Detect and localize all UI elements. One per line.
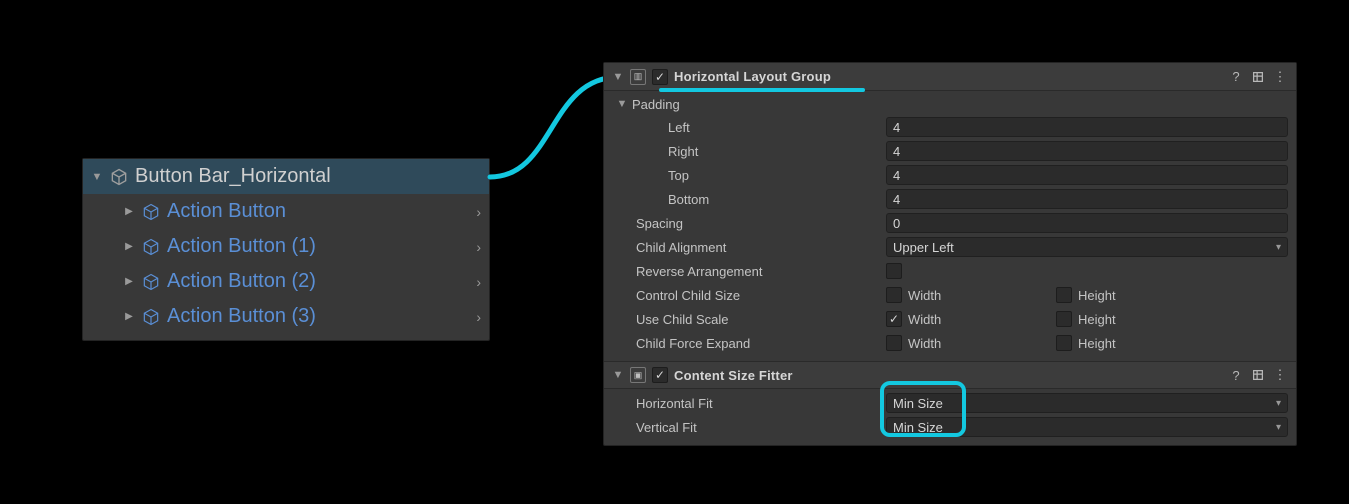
checkbox-label: Height [1078, 312, 1116, 327]
kebab-icon[interactable]: ⋮ [1272, 69, 1288, 85]
prop-spacing: Spacing 0 [612, 211, 1288, 235]
vertical-fit-dropdown[interactable]: Min Size [886, 417, 1288, 437]
hierarchy-item-label: Button Bar_Horizontal [135, 165, 331, 188]
child-alignment-dropdown[interactable]: Upper Left [886, 237, 1288, 257]
prefab-icon [141, 272, 161, 292]
prop-label: Horizontal Fit [612, 396, 878, 411]
prefab-icon [141, 202, 161, 222]
padding-bottom-field[interactable]: 4 [886, 189, 1288, 209]
control-width-checkbox[interactable] [886, 287, 902, 303]
padding-label: Padding [632, 97, 680, 112]
use-child-scale-group: Width Height [886, 311, 1288, 327]
annotation-underline [659, 88, 865, 92]
prop-padding-right: Right 4 [612, 139, 1288, 163]
hierarchy-row-parent[interactable]: Button Bar_Horizontal [83, 159, 489, 194]
component-body-csf: Horizontal Fit Min Size Vertical Fit Min… [604, 389, 1296, 445]
help-icon[interactable]: ? [1228, 69, 1244, 85]
hierarchy-item-label: Action Button [167, 200, 286, 223]
checkbox-label: Height [1078, 336, 1116, 351]
hierarchy-item-label: Action Button (2) [167, 270, 316, 293]
component-title: Horizontal Layout Group [674, 69, 831, 84]
prop-label: Use Child Scale [612, 312, 878, 327]
prop-label: Reverse Arrangement [612, 264, 878, 279]
reverse-arrangement-checkbox[interactable] [886, 263, 902, 279]
component-title: Content Size Fitter [674, 368, 793, 383]
prop-label: Top [612, 168, 878, 183]
foldout-icon[interactable] [123, 276, 135, 288]
kebab-icon[interactable]: ⋮ [1272, 367, 1288, 383]
foldout-icon[interactable] [612, 71, 624, 83]
horizontal-fit-dropdown[interactable]: Min Size [886, 393, 1288, 413]
hierarchy-item-label: Action Button (1) [167, 235, 316, 258]
help-icon[interactable]: ? [1228, 367, 1244, 383]
padding-right-field[interactable]: 4 [886, 141, 1288, 161]
chevron-right-icon[interactable]: › [476, 239, 481, 255]
content-size-fitter-icon: ▣ [630, 367, 646, 383]
prop-label: Right [612, 144, 878, 159]
hierarchy-row-child[interactable]: Action Button › [83, 194, 489, 229]
chevron-right-icon[interactable]: › [476, 274, 481, 290]
control-height-checkbox[interactable] [1056, 287, 1072, 303]
prefab-icon [141, 237, 161, 257]
prefab-icon [141, 307, 161, 327]
scale-height-checkbox[interactable] [1056, 311, 1072, 327]
padding-left-field[interactable]: 4 [886, 117, 1288, 137]
checkbox-label: Height [1078, 288, 1116, 303]
prop-child-alignment: Child Alignment Upper Left [612, 235, 1288, 259]
prop-horizontal-fit: Horizontal Fit Min Size [612, 391, 1288, 415]
component-body-hlg: Padding Left 4 Right 4 Top 4 Bottom 4 Sp… [604, 91, 1296, 361]
layout-group-icon: ▥ [630, 69, 646, 85]
prop-child-force-expand: Child Force Expand Width Height [612, 331, 1288, 355]
prop-label: Vertical Fit [612, 420, 878, 435]
foldout-icon[interactable] [612, 369, 624, 381]
checkbox-label: Width [908, 312, 941, 327]
foldout-icon[interactable] [91, 171, 103, 183]
padding-top-field[interactable]: 4 [886, 165, 1288, 185]
prop-label: Control Child Size [612, 288, 878, 303]
gameobject-icon [109, 167, 129, 187]
prop-label: Left [612, 120, 878, 135]
hierarchy-row-child[interactable]: Action Button (3) › [83, 299, 489, 334]
child-force-expand-group: Width Height [886, 335, 1288, 351]
prop-padding-left: Left 4 [612, 115, 1288, 139]
chevron-right-icon[interactable]: › [476, 204, 481, 220]
chevron-right-icon[interactable]: › [476, 309, 481, 325]
component-header-hlg[interactable]: ▥ Horizontal Layout Group ? ⋮ [604, 63, 1296, 91]
prop-label: Child Alignment [612, 240, 878, 255]
spacing-field[interactable]: 0 [886, 213, 1288, 233]
prop-padding-bottom: Bottom 4 [612, 187, 1288, 211]
component-enabled-checkbox[interactable] [652, 367, 668, 383]
checkbox-label: Width [908, 336, 941, 351]
force-width-checkbox[interactable] [886, 335, 902, 351]
preset-icon[interactable] [1250, 367, 1266, 383]
prop-vertical-fit: Vertical Fit Min Size [612, 415, 1288, 439]
force-height-checkbox[interactable] [1056, 335, 1072, 351]
prop-label: Child Force Expand [612, 336, 878, 351]
padding-foldout[interactable]: Padding [616, 93, 1288, 115]
foldout-icon[interactable] [123, 206, 135, 218]
foldout-icon[interactable] [123, 311, 135, 323]
prop-padding-top: Top 4 [612, 163, 1288, 187]
foldout-icon[interactable] [616, 98, 628, 110]
prop-reverse-arrangement: Reverse Arrangement [612, 259, 1288, 283]
checkbox-label: Width [908, 288, 941, 303]
hierarchy-item-label: Action Button (3) [167, 305, 316, 328]
hierarchy-row-child[interactable]: Action Button (1) › [83, 229, 489, 264]
scale-width-checkbox[interactable] [886, 311, 902, 327]
prop-label: Bottom [612, 192, 878, 207]
preset-icon[interactable] [1250, 69, 1266, 85]
foldout-icon[interactable] [123, 241, 135, 253]
control-child-size-group: Width Height [886, 287, 1288, 303]
hierarchy-panel: Button Bar_Horizontal Action Button › Ac… [82, 158, 490, 341]
component-enabled-checkbox[interactable] [652, 69, 668, 85]
inspector-panel: ▥ Horizontal Layout Group ? ⋮ Padding Le… [603, 62, 1297, 446]
prop-control-child-size: Control Child Size Width Height [612, 283, 1288, 307]
component-header-csf[interactable]: ▣ Content Size Fitter ? ⋮ [604, 361, 1296, 389]
prop-label: Spacing [612, 216, 878, 231]
prop-use-child-scale: Use Child Scale Width Height [612, 307, 1288, 331]
hierarchy-row-child[interactable]: Action Button (2) › [83, 264, 489, 299]
